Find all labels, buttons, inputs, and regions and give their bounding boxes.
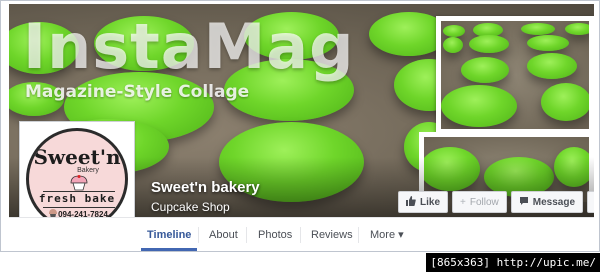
logo-tagline: fresh bake [38, 192, 116, 205]
page-actions: Like + Follow Message ••• [398, 191, 594, 213]
plus-icon: + [460, 196, 466, 208]
follow-label: Follow [469, 196, 499, 208]
cupcake-icon [70, 175, 88, 191]
follow-button[interactable]: + Follow [452, 191, 507, 213]
facebook-page-header: InstaMag Magazine-Style Collage Sweet'n … [0, 0, 600, 252]
like-button[interactable]: Like [398, 191, 449, 213]
tab-reviews[interactable]: Reviews [311, 218, 353, 251]
more-options-button[interactable]: ••• [587, 191, 594, 213]
tab-more[interactable]: More ▾ [370, 218, 404, 251]
image-host-watermark: [865x363] http://upic.me/ [426, 253, 600, 272]
bakery-logo: Sweet'n Bakery fresh bake 094-241-7824 [26, 128, 128, 230]
thumbs-up-icon [406, 195, 416, 209]
tab-about[interactable]: About [209, 218, 238, 251]
tab-photos[interactable]: Photos [258, 218, 292, 251]
cover-title: InstaMag [23, 10, 355, 83]
logo-brand-text: Sweet'n [33, 145, 121, 169]
message-button[interactable]: Message [510, 191, 584, 213]
message-label: Message [532, 196, 576, 208]
chat-bubble-icon [519, 196, 529, 209]
logo-divider [43, 207, 115, 208]
logo-bakery-text: Bakery [77, 167, 99, 174]
tab-divider [246, 227, 247, 243]
tab-divider [358, 227, 359, 243]
page-name[interactable]: Sweet'n bakery [151, 179, 260, 196]
tab-divider [300, 227, 301, 243]
inset-collage-photo [436, 16, 594, 134]
page-category[interactable]: Cupcake Shop [151, 200, 230, 214]
page-tabs: Timeline About Photos Reviews More ▾ [9, 217, 594, 251]
tab-timeline[interactable]: Timeline [140, 218, 198, 251]
like-label: Like [420, 196, 441, 208]
tab-divider [198, 227, 199, 243]
cover-subtitle: Magazine-Style Collage [25, 82, 250, 102]
